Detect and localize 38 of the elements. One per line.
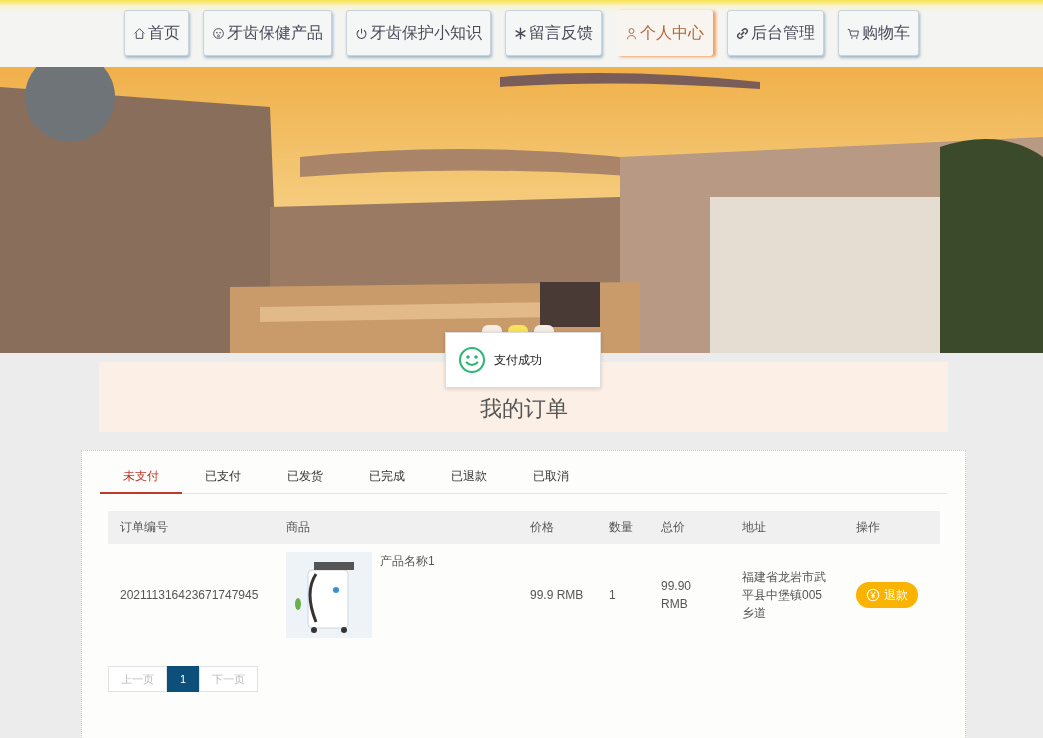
page-button[interactable]: 1 [167, 666, 200, 692]
nav-button[interactable]: 牙齿保健产品 [203, 10, 332, 56]
order-tab[interactable]: 已支付 [182, 461, 264, 494]
product-name: 产品名称1 [380, 553, 435, 570]
column-header: 操作 [844, 511, 940, 544]
nav-button[interactable]: 牙齿保护小知识 [346, 10, 491, 56]
home-icon [133, 26, 146, 40]
toast-message: 支付成功 [494, 351, 542, 369]
nav-button[interactable]: 个人中心 [616, 10, 713, 56]
order-tab[interactable]: 已发货 [264, 461, 346, 494]
column-header: 数量 [597, 511, 649, 544]
table-cell: 202111316423671747945 [108, 544, 274, 646]
face-icon [212, 26, 225, 40]
user-icon [625, 26, 638, 40]
column-header: 商品 [274, 511, 518, 544]
page-title: 我的订单 [479, 395, 568, 423]
order-tab[interactable]: 已完成 [346, 461, 428, 494]
order-tab[interactable]: 未支付 [100, 461, 182, 494]
order-tab[interactable]: 已退款 [428, 461, 510, 494]
link-icon [736, 26, 749, 40]
nav-button[interactable]: 后台管理 [727, 10, 824, 56]
cart-icon [847, 26, 860, 40]
nav-button[interactable]: 购物车 [838, 10, 919, 56]
column-header: 总价 [649, 511, 730, 544]
smiley-icon [458, 346, 486, 374]
table-cell: 福建省龙岩市武平县中堡镇005乡道 [730, 544, 844, 646]
column-header: 订单编号 [108, 511, 274, 544]
table-cell: 99.9 RMB [518, 544, 597, 646]
nav-button[interactable]: 留言反馈 [505, 10, 602, 56]
order-tab[interactable]: 已取消 [510, 461, 592, 494]
column-header: 地址 [730, 511, 844, 544]
table-cell: 1 [597, 544, 649, 646]
snow-icon [514, 26, 527, 40]
yen-icon [866, 588, 880, 602]
nav-button[interactable]: 首页 [124, 10, 189, 56]
table-cell: 99.90 RMB [649, 544, 730, 646]
column-header: 价格 [518, 511, 597, 544]
power-icon [355, 26, 368, 40]
